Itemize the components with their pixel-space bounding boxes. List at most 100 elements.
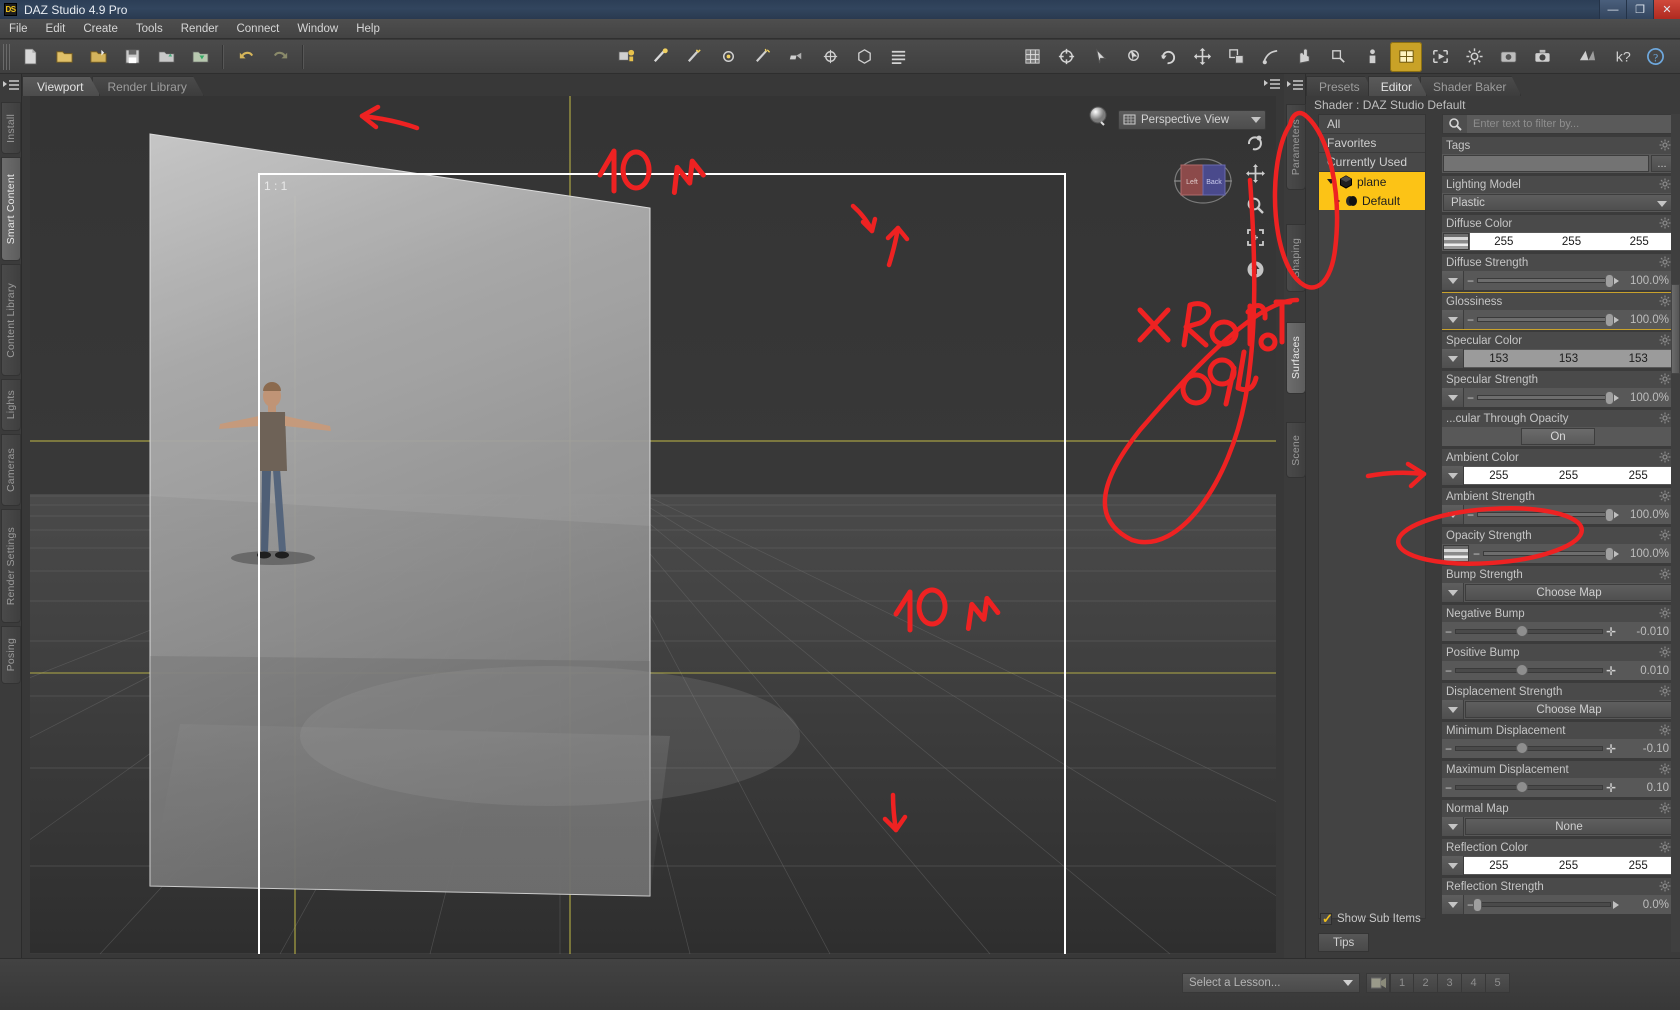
- slider-knob[interactable]: [1605, 547, 1614, 561]
- rgb-channel[interactable]: 153: [1534, 353, 1604, 365]
- translate-tool-icon[interactable]: [1186, 42, 1218, 72]
- rgb-channel[interactable]: 153: [1464, 353, 1534, 365]
- sidebar-tab-content-library[interactable]: Content Library: [1, 264, 21, 376]
- decrement-button[interactable]: −: [1467, 509, 1474, 521]
- gear-icon[interactable]: [1659, 334, 1671, 346]
- rgb-channel[interactable]: 255: [1538, 236, 1606, 248]
- property-control[interactable]: −0.0%: [1442, 895, 1674, 914]
- property-control[interactable]: Choose Map: [1442, 583, 1674, 602]
- property-value[interactable]: 0.10: [1622, 782, 1674, 794]
- tab-editor[interactable]: Editor: [1368, 76, 1427, 96]
- slider-track[interactable]: [1477, 274, 1614, 288]
- property-select[interactable]: Plastic: [1443, 194, 1673, 211]
- property-control[interactable]: On: [1442, 427, 1674, 446]
- property-value[interactable]: -0.010: [1622, 626, 1674, 638]
- decrement-button[interactable]: −: [1467, 314, 1474, 326]
- rgb-channel[interactable]: 255: [1464, 860, 1534, 872]
- save-file-button[interactable]: [116, 42, 148, 72]
- toolbar-grip[interactable]: [3, 43, 10, 70]
- property-control[interactable]: 255 255 255: [1442, 232, 1674, 251]
- right-panel-menu-icon[interactable]: [1287, 78, 1303, 94]
- tips-tab[interactable]: Tips: [1318, 933, 1370, 952]
- property-dropdown-arrow[interactable]: [1442, 388, 1464, 407]
- property-value[interactable]: -0.10: [1622, 743, 1674, 755]
- gear-icon[interactable]: [1659, 256, 1671, 268]
- checkbox-icon[interactable]: [1320, 911, 1333, 927]
- property-control[interactable]: None: [1442, 817, 1674, 836]
- scale-tool-icon[interactable]: [1220, 42, 1252, 72]
- decrement-button[interactable]: −: [1467, 392, 1474, 404]
- property-control[interactable]: Choose Map: [1442, 700, 1674, 719]
- surface-tree-item-plane[interactable]: plane: [1319, 172, 1425, 191]
- property-dropdown-arrow[interactable]: [1442, 505, 1464, 524]
- increment-button[interactable]: ✛: [1606, 782, 1616, 794]
- stepper-knob[interactable]: [1515, 781, 1528, 793]
- pan-icon[interactable]: [1245, 164, 1265, 188]
- rgb-channel[interactable]: 255: [1534, 470, 1604, 482]
- decrement-button[interactable]: −: [1445, 782, 1452, 794]
- help-info-icon[interactable]: ?: [1639, 42, 1671, 72]
- lesson-button-5[interactable]: 5: [1486, 973, 1510, 993]
- property-control[interactable]: ...: [1442, 154, 1674, 173]
- slider-knob[interactable]: [1605, 508, 1614, 522]
- filter-search-row[interactable]: Enter text to filter by...: [1442, 114, 1674, 134]
- property-dropdown-arrow[interactable]: [1442, 349, 1464, 368]
- property-stepper[interactable]: − ✛: [1442, 664, 1622, 677]
- lesson-selector[interactable]: Select a Lesson...: [1182, 973, 1360, 993]
- property-stepper[interactable]: − ✛: [1442, 781, 1622, 794]
- gear-icon[interactable]: [1659, 880, 1671, 892]
- property-value[interactable]: 100.0%: [1622, 275, 1674, 287]
- map-thumbnail[interactable]: [1443, 545, 1469, 562]
- menu-item-tools[interactable]: Tools: [127, 21, 172, 37]
- property-slider[interactable]: −: [1464, 274, 1622, 288]
- search-icon[interactable]: [1443, 117, 1467, 131]
- slider-track[interactable]: [1477, 508, 1614, 522]
- stepper-track[interactable]: [1455, 664, 1603, 676]
- chevron-down-icon[interactable]: [1657, 201, 1667, 207]
- rotate-tool-icon[interactable]: [1152, 42, 1184, 72]
- choose-map-button[interactable]: None: [1465, 818, 1673, 835]
- view-mode-selector[interactable]: Perspective View: [1118, 109, 1266, 130]
- property-dropdown-arrow[interactable]: [1442, 271, 1464, 290]
- increment-button[interactable]: [1613, 900, 1619, 909]
- tags-browse-button[interactable]: ...: [1651, 155, 1673, 172]
- property-value[interactable]: 100.0%: [1622, 314, 1674, 326]
- stepper-knob[interactable]: [1515, 664, 1528, 676]
- grid-snap-icon[interactable]: [1016, 42, 1048, 72]
- region-select-icon[interactable]: [1118, 42, 1150, 72]
- scrollbar-thumb[interactable]: [1671, 284, 1680, 374]
- minimize-button[interactable]: —: [1599, 0, 1626, 19]
- decrement-button[interactable]: −: [1445, 743, 1452, 755]
- primitive-icon[interactable]: [848, 42, 880, 72]
- maximize-button[interactable]: ❐: [1626, 0, 1653, 19]
- property-slider[interactable]: −: [1464, 391, 1622, 405]
- gear-icon[interactable]: [1659, 217, 1671, 229]
- right-tab-surfaces[interactable]: Surfaces: [1286, 322, 1306, 394]
- slider-track[interactable]: [1483, 547, 1614, 561]
- properties-scrollbar[interactable]: [1671, 114, 1680, 952]
- sidebar-tab-smart-content[interactable]: Smart Content: [1, 157, 21, 261]
- frame-icon[interactable]: [1246, 228, 1265, 252]
- property-control[interactable]: 255 255 255: [1442, 466, 1674, 485]
- view-orientation-cube[interactable]: Left Back: [1170, 156, 1236, 206]
- reset-icon[interactable]: [1246, 260, 1265, 284]
- node-select-icon[interactable]: [1084, 42, 1116, 72]
- property-control[interactable]: − 100.0%: [1442, 505, 1674, 524]
- property-control[interactable]: Plastic: [1442, 193, 1674, 212]
- gear-icon[interactable]: [1659, 841, 1671, 853]
- sidebar-tab-lights[interactable]: Lights: [1, 379, 21, 431]
- slider-knob[interactable]: [1605, 274, 1614, 288]
- sidebar-tab-install[interactable]: Install: [1, 102, 21, 154]
- point-light-icon[interactable]: [712, 42, 744, 72]
- decrement-button[interactable]: −: [1445, 626, 1452, 638]
- viewport-shading-icon[interactable]: [1088, 106, 1110, 133]
- viewport-tab-viewport[interactable]: Viewport: [22, 76, 100, 96]
- show-sub-items-checkbox[interactable]: Show Sub Items: [1320, 911, 1421, 927]
- sidebar-tab-posing[interactable]: Posing: [1, 626, 21, 684]
- open-recent-button[interactable]: [82, 42, 114, 72]
- lesson-button-4[interactable]: 4: [1462, 973, 1486, 993]
- property-dropdown-arrow[interactable]: [1442, 856, 1464, 875]
- zoom-icon[interactable]: [1246, 196, 1265, 220]
- node-transform-icon[interactable]: [1322, 42, 1354, 72]
- property-control[interactable]: − 100.0%: [1442, 271, 1674, 290]
